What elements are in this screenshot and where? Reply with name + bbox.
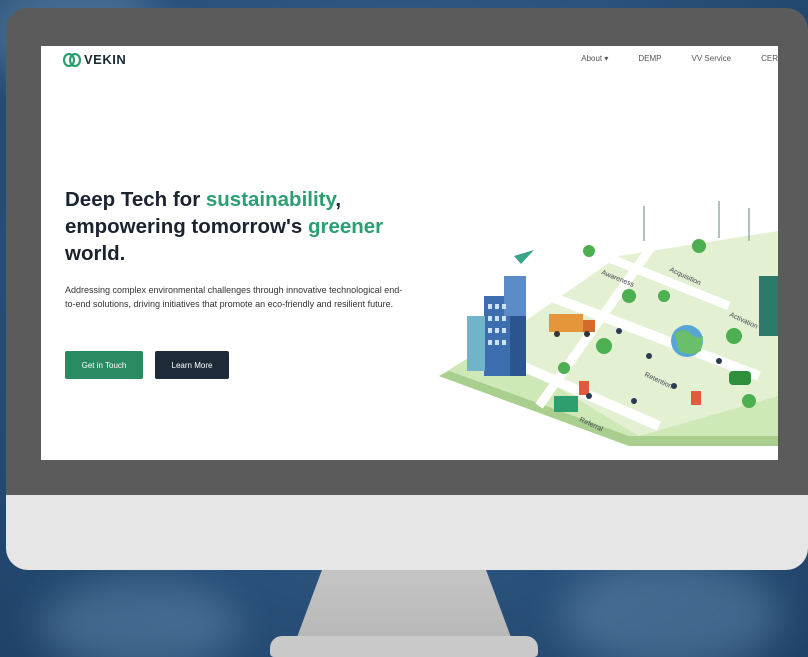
monitor-stand-neck <box>296 570 512 640</box>
monitor: VEKIN About ▾ DEMP VV Service CER Deep T… <box>6 8 808 570</box>
sustainable-city-illustration: Awareness Acquisition Activation Retenti… <box>439 201 778 446</box>
background-bokeh <box>560 560 780 657</box>
website-screen: VEKIN About ▾ DEMP VV Service CER Deep T… <box>41 46 778 460</box>
top-nav: About ▾ DEMP VV Service CER <box>581 54 778 63</box>
hero-title-text: Deep Tech for <box>65 188 206 211</box>
nav-item-demp[interactable]: DEMP <box>638 54 661 63</box>
background-bokeh <box>40 580 240 657</box>
monitor-chin <box>6 495 808 570</box>
brand-name: VEKIN <box>84 52 127 67</box>
monitor-stand-base <box>270 636 538 657</box>
hero-title-text: world. <box>65 242 126 265</box>
hero-title-highlight: greener <box>307 215 384 238</box>
hero-title-highlight: sustainability <box>205 188 336 211</box>
nav-item-cer[interactable]: CER <box>761 54 778 63</box>
nav-item-vv-service[interactable]: VV Service <box>692 54 732 63</box>
learn-more-button[interactable]: Learn More <box>155 351 229 379</box>
brand-logo[interactable]: VEKIN <box>63 52 126 67</box>
hero-title: Deep Tech for sustainability, empowering… <box>65 186 385 267</box>
hero-subtitle: Addressing complex environmental challen… <box>65 285 403 309</box>
vekin-logo-icon <box>63 52 81 67</box>
nav-item-about[interactable]: About ▾ <box>581 54 608 63</box>
get-in-touch-button[interactable]: Get in Touch <box>65 351 143 379</box>
